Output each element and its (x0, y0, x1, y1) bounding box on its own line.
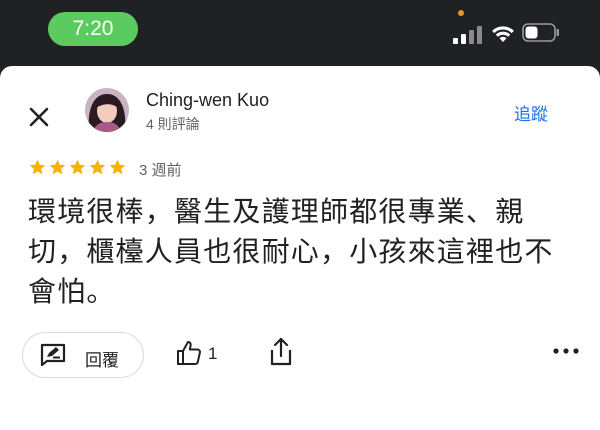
like-button[interactable]: 1 (172, 338, 232, 372)
share-icon[interactable] (266, 336, 296, 368)
star-icon (89, 159, 106, 175)
more-icon[interactable] (552, 344, 580, 358)
reply-label: 回覆 (85, 351, 119, 370)
status-time: 7:20 (48, 12, 138, 46)
star-icon (69, 159, 86, 175)
close-icon[interactable] (20, 98, 58, 136)
status-bar: 7:20 (0, 0, 600, 62)
reply-button[interactable]: 回覆 (22, 332, 144, 378)
reply-icon (40, 343, 66, 367)
signal-icon (453, 24, 483, 44)
review-detail-sheet: Ching-wen Kuo 4 則評論 追蹤 3 週前 環境很棒，醫生及護理師都… (0, 66, 600, 430)
star-icon (109, 159, 126, 175)
star-icon (29, 159, 46, 175)
review-relative-time: 3 週前 (139, 162, 182, 179)
wifi-icon (492, 26, 514, 42)
author-name[interactable]: Ching-wen Kuo (146, 90, 269, 111)
author-review-count: 4 則評論 (146, 116, 200, 132)
star-rating (28, 158, 127, 178)
battery-icon (522, 23, 559, 42)
avatar[interactable] (85, 88, 129, 132)
like-count: 1 (208, 344, 218, 363)
review-text: 環境很棒，醫生及護理師都很專業、親切，櫃檯人員也很耐心，小孩來這裡也不會怕。 (28, 196, 554, 307)
mic-indicator-dot (458, 10, 464, 16)
thumbs-up-icon (177, 341, 201, 365)
follow-button[interactable]: 追蹤 (514, 100, 548, 125)
star-icon (49, 159, 66, 175)
